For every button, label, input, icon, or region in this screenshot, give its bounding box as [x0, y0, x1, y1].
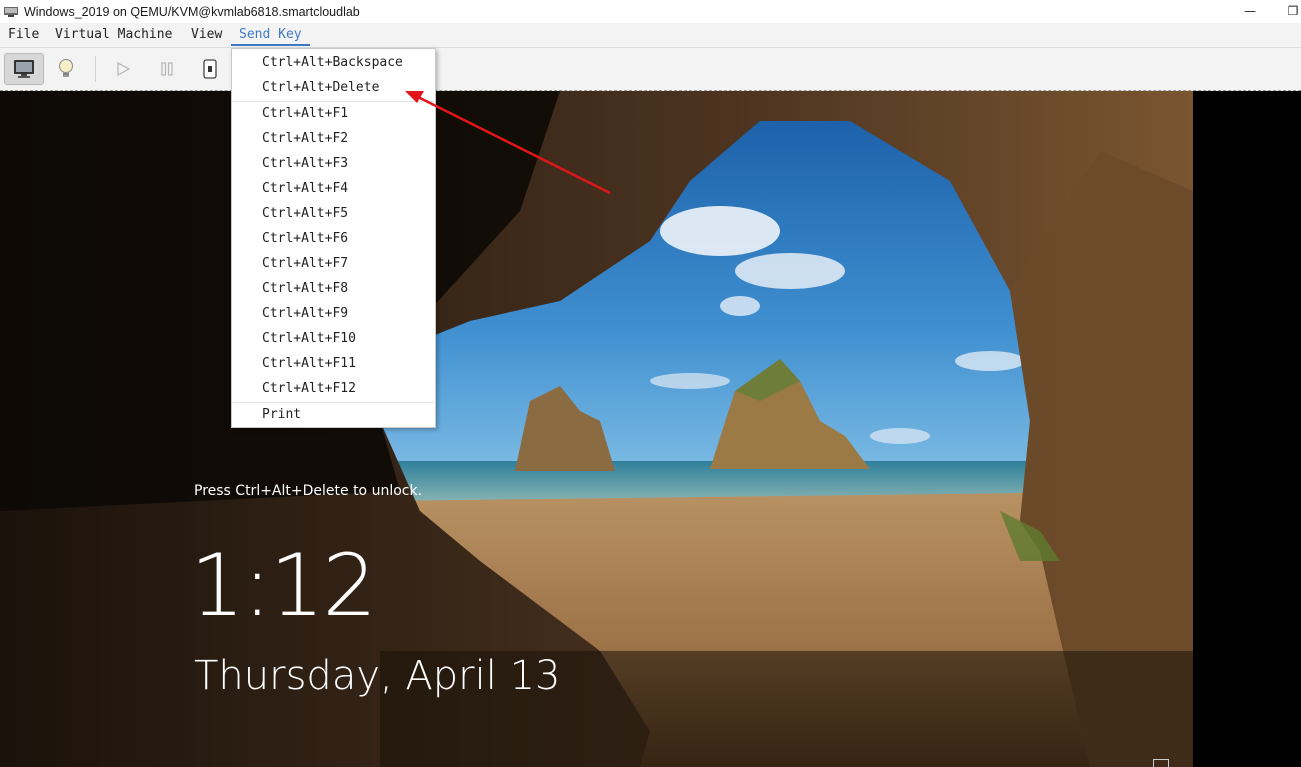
active-menu-indicator — [231, 44, 310, 46]
menu-item-ctrl-alt-f12[interactable]: Ctrl+Alt+F12 — [262, 379, 356, 399]
shutdown-button[interactable] — [190, 53, 230, 85]
menu-item-ctrl-alt-f7[interactable]: Ctrl+Alt+F7 — [262, 254, 348, 274]
shutdown-icon — [203, 59, 217, 79]
run-button[interactable] — [103, 53, 143, 85]
details-button[interactable] — [46, 53, 86, 85]
menu-item-ctrl-alt-f4[interactable]: Ctrl+Alt+F4 — [262, 179, 348, 199]
virt-manager-app-icon — [4, 6, 18, 17]
minimize-button[interactable]: — — [1240, 2, 1260, 20]
play-icon — [117, 61, 131, 77]
pause-button[interactable] — [147, 53, 187, 85]
send-key-menu: Ctrl+Alt+Backspace Ctrl+Alt+Delete Ctrl+… — [231, 48, 436, 428]
window-title-bar[interactable]: Windows_2019 on QEMU/KVM@kvmlab6818.smar… — [0, 0, 1301, 23]
pause-icon — [161, 62, 173, 76]
menu-item-ctrl-alt-f9[interactable]: Ctrl+Alt+F9 — [262, 304, 348, 324]
menu-item-ctrl-alt-f5[interactable]: Ctrl+Alt+F5 — [262, 204, 348, 224]
unlock-hint: Press Ctrl+Alt+Delete to unlock. — [194, 483, 423, 499]
menu-separator — [233, 101, 434, 102]
console-icon — [14, 60, 34, 78]
lock-clock: 1:12 — [190, 536, 377, 636]
lock-date: Thursday, April 13 — [194, 653, 561, 699]
menu-item-ctrl-alt-backspace[interactable]: Ctrl+Alt+Backspace — [262, 53, 403, 73]
restore-button[interactable]: ❐ — [1283, 2, 1301, 20]
menu-separator — [233, 402, 434, 403]
menu-item-ctrl-alt-f11[interactable]: Ctrl+Alt+F11 — [262, 354, 356, 374]
menu-item-print[interactable]: Print — [262, 405, 301, 425]
toolbar — [0, 48, 1301, 91]
menu-bar: File Virtual Machine View Send Key — [0, 23, 1301, 48]
menu-item-ctrl-alt-f10[interactable]: Ctrl+Alt+F10 — [262, 329, 356, 349]
menu-item-ctrl-alt-f6[interactable]: Ctrl+Alt+F6 — [262, 229, 348, 249]
menu-item-ctrl-alt-f3[interactable]: Ctrl+Alt+F3 — [262, 154, 348, 174]
resize-handle-icon[interactable] — [1153, 759, 1169, 767]
menu-item-ctrl-alt-delete[interactable]: Ctrl+Alt+Delete — [262, 78, 379, 98]
menu-file[interactable]: File — [8, 27, 39, 42]
menu-item-ctrl-alt-f2[interactable]: Ctrl+Alt+F2 — [262, 129, 348, 149]
window-title: Windows_2019 on QEMU/KVM@kvmlab6818.smar… — [24, 4, 360, 19]
menu-item-ctrl-alt-f8[interactable]: Ctrl+Alt+F8 — [262, 279, 348, 299]
lockscreen-wallpaper — [0, 91, 1193, 767]
menu-send-key[interactable]: Send Key — [239, 27, 302, 42]
lightbulb-icon — [59, 59, 73, 77]
menu-virtual-machine[interactable]: Virtual Machine — [55, 27, 172, 42]
console-button[interactable] — [4, 53, 44, 85]
menu-item-ctrl-alt-f1[interactable]: Ctrl+Alt+F1 — [262, 104, 348, 124]
menu-view[interactable]: View — [191, 27, 222, 42]
toolbar-separator — [95, 56, 96, 82]
vm-display[interactable]: Press Ctrl+Alt+Delete to unlock. 1:12 Th… — [0, 91, 1301, 767]
